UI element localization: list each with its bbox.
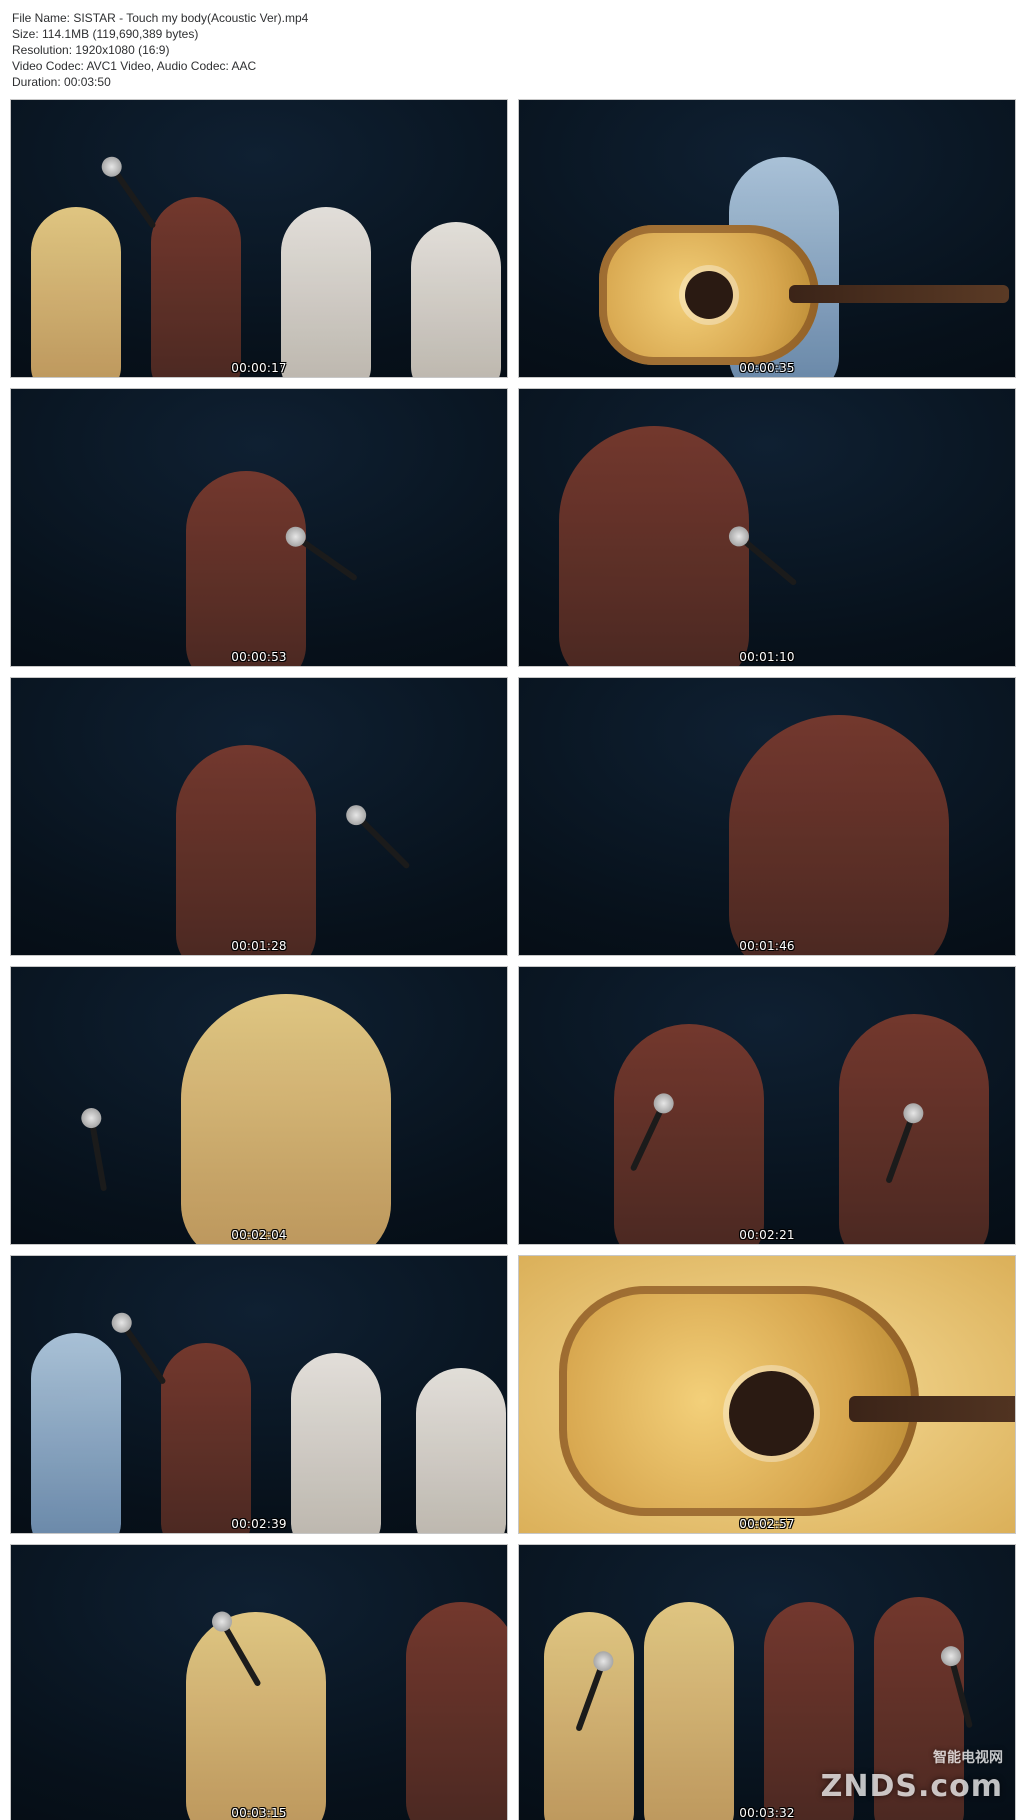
timestamp-label: 00:03:15: [231, 1806, 287, 1820]
timestamp-label: 00:01:28: [231, 939, 287, 953]
singer: [186, 1612, 326, 1820]
performer-3: [291, 1353, 381, 1533]
performer-right: [406, 1602, 507, 1820]
singer-smiling: [181, 994, 391, 1244]
guitar-neck: [849, 1396, 1015, 1422]
singer-closeup: [729, 715, 949, 955]
performer-1: [31, 207, 121, 377]
thumbnail-6[interactable]: 00:01:46: [518, 677, 1016, 956]
performer-4: [411, 222, 501, 377]
singer: [186, 471, 306, 666]
resolution-text: Resolution: 1920x1080 (16:9): [12, 43, 170, 57]
thumbnail-5[interactable]: 00:01:28: [10, 677, 508, 956]
file-name-text: File Name: SISTAR - Touch my body(Acoust…: [12, 11, 309, 25]
thumbnail-sheet-page: File Name: SISTAR - Touch my body(Acoust…: [0, 0, 1024, 1820]
watermark-brand-text: ZNDS.com: [820, 1769, 1003, 1804]
timestamp-label: 00:01:10: [739, 650, 795, 664]
thumbnail-12[interactable]: 智能电视网 ZNDS.com 00:03:32: [518, 1544, 1016, 1820]
sound-hole: [729, 1371, 814, 1456]
thumbnail-7[interactable]: 00:02:04: [10, 966, 508, 1245]
znds-watermark: 智能电视网 ZNDS.com: [821, 1747, 1003, 1804]
timestamp-label: 00:00:17: [231, 361, 287, 375]
thumbnail-8[interactable]: 00:02:21: [518, 966, 1016, 1245]
timestamp-label: 00:02:39: [231, 1517, 287, 1531]
timestamp-label: 00:02:04: [231, 1228, 287, 1242]
performer-1: [31, 1333, 121, 1533]
thumbnail-10[interactable]: 00:02:57: [518, 1255, 1016, 1534]
timestamp-label: 00:02:21: [739, 1228, 795, 1242]
file-size-text: Size: 114.1MB (119,690,389 bytes): [12, 27, 199, 41]
thumbnail-9[interactable]: 00:02:39: [10, 1255, 508, 1534]
performer-2: [644, 1602, 734, 1820]
acoustic-guitar-icon: [599, 225, 1009, 365]
watermark-cn-text: 智能电视网: [933, 1750, 1003, 1766]
timestamp-label: 00:03:32: [739, 1806, 795, 1820]
timestamp-label: 00:00:53: [231, 650, 287, 664]
performer-2: [151, 197, 241, 377]
timestamp-label: 00:00:35: [739, 361, 795, 375]
singer: [176, 745, 316, 955]
timestamp-label: 00:01:46: [739, 939, 795, 953]
performer-4: [416, 1368, 506, 1533]
file-info: File Name: SISTAR - Touch my body(Acoust…: [12, 10, 308, 90]
thumbnail-3[interactable]: 00:00:53: [10, 388, 508, 667]
singer-closeup: [559, 426, 749, 666]
thumbnail-4[interactable]: 00:01:10: [518, 388, 1016, 667]
thumbnail-1[interactable]: 00:00:17: [10, 99, 508, 378]
thumbnail-2[interactable]: 00:00:35: [518, 99, 1016, 378]
duration-text: Duration: 00:03:50: [12, 75, 111, 89]
singer-right: [839, 1014, 989, 1244]
guitar-neck: [789, 285, 1009, 303]
thumbnail-11[interactable]: 00:03:15: [10, 1544, 508, 1820]
singer-left: [614, 1024, 764, 1244]
thumbnail-grid: 00:00:17 00:00:35 00:00:53 00:01:10 00:0…: [10, 99, 1016, 1820]
timestamp-label: 00:02:57: [739, 1517, 795, 1531]
sound-hole: [685, 271, 733, 319]
performer-3: [281, 207, 371, 377]
codec-text: Video Codec: AVC1 Video, Audio Codec: AA…: [12, 59, 257, 73]
performer-2: [161, 1343, 251, 1533]
performer-1: [544, 1612, 634, 1820]
acoustic-guitar-closeup: [559, 1286, 1015, 1516]
